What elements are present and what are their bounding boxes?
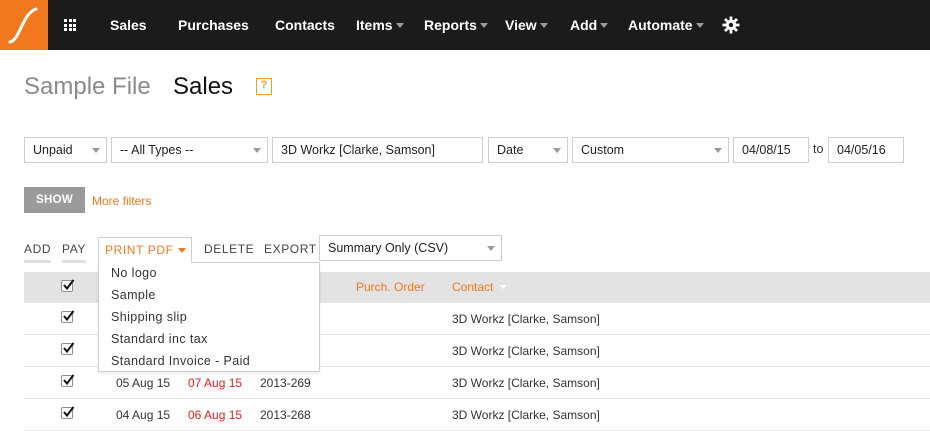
more-filters-link[interactable]: More filters: [92, 194, 151, 208]
row-contact[interactable]: 3D Workz [Clarke, Samson]: [452, 376, 600, 390]
type-select[interactable]: -- All Types --: [111, 137, 268, 163]
row-checkbox[interactable]: [61, 310, 75, 323]
to-date-input[interactable]: 04/05/16: [828, 137, 904, 163]
row-checkbox[interactable]: [61, 406, 75, 419]
nav-view[interactable]: View: [505, 0, 548, 50]
row-checkbox[interactable]: [61, 374, 75, 387]
contact-input[interactable]: 3D Workz [Clarke, Samson]: [272, 137, 483, 163]
help-icon[interactable]: ?: [256, 78, 272, 95]
print-pdf-menu: No logo Sample Shipping slip Standard in…: [98, 262, 320, 372]
nav-automate[interactable]: Automate: [628, 0, 704, 50]
from-date-input[interactable]: 04/08/15: [733, 137, 809, 163]
type-select-value: -- All Types --: [120, 143, 194, 157]
status-select[interactable]: Unpaid: [24, 137, 107, 163]
date-field-select[interactable]: Date: [488, 137, 568, 163]
row-contact[interactable]: 3D Workz [Clarke, Samson]: [452, 408, 600, 422]
nav-label: Reports: [424, 17, 477, 33]
show-button[interactable]: SHOW: [24, 187, 85, 213]
nav-label: Contacts: [275, 17, 335, 33]
to-label: to: [813, 142, 824, 156]
row-number[interactable]: 2013-268: [260, 408, 311, 422]
row-date: 05 Aug 15: [116, 376, 171, 390]
row-due-date: 06 Aug 15: [188, 408, 243, 422]
gear-icon[interactable]: [722, 16, 740, 34]
menu-item-no-logo[interactable]: No logo: [111, 266, 157, 280]
chevron-down-icon: [479, 23, 488, 28]
chevron-down-icon: [600, 23, 609, 28]
range-select-value: Custom: [581, 143, 625, 157]
row-contact[interactable]: 3D Workz [Clarke, Samson]: [452, 312, 600, 326]
row-number[interactable]: 2013-269: [260, 376, 311, 390]
nav-label: View: [505, 17, 537, 33]
chevron-down-icon: [487, 246, 495, 251]
export-button[interactable]: EXPORT: [264, 242, 317, 256]
menu-item-standard-invoice-paid[interactable]: Standard Invoice - Paid: [111, 354, 250, 368]
chevron-down-icon: [539, 23, 548, 28]
chevron-down-icon: [92, 148, 100, 153]
print-pdf-label: PRINT PDF: [105, 243, 174, 257]
pay-button[interactable]: PAY: [62, 242, 87, 263]
file-name: Sample File: [24, 73, 151, 100]
sort-down-icon: [499, 285, 508, 289]
chevron-down-icon: [395, 23, 404, 28]
menu-item-sample[interactable]: Sample: [111, 288, 156, 302]
nav-purchases[interactable]: Purchases: [178, 0, 249, 50]
contact-input-value: 3D Workz [Clarke, Samson]: [281, 143, 435, 157]
page-title: Sales: [173, 73, 234, 100]
nav-add[interactable]: Add: [570, 0, 609, 50]
chevron-down-icon: [695, 23, 704, 28]
export-format-value: Summary Only (CSV): [328, 241, 449, 255]
apps-grid-icon[interactable]: [56, 0, 84, 50]
top-navigation-bar: Sales Purchases Contacts Items Reports V…: [0, 0, 930, 50]
range-select[interactable]: Custom: [572, 137, 729, 163]
nav-label: Automate: [628, 17, 693, 33]
add-button[interactable]: ADD: [24, 242, 52, 263]
delete-button[interactable]: DELETE: [204, 242, 254, 256]
to-date-value: 04/05/16: [837, 143, 886, 157]
logo-icon[interactable]: [0, 0, 48, 50]
menu-item-shipping-slip[interactable]: Shipping slip: [111, 310, 187, 324]
row-contact[interactable]: 3D Workz [Clarke, Samson]: [452, 344, 600, 358]
nav-label: Purchases: [178, 17, 249, 33]
print-pdf-button[interactable]: PRINT PDF: [98, 237, 192, 263]
nav-reports[interactable]: Reports: [424, 0, 488, 50]
chevron-down-icon: [553, 148, 561, 153]
nav-items[interactable]: Items: [356, 0, 404, 50]
chevron-down-icon: [253, 148, 261, 153]
nav-sales[interactable]: Sales: [110, 0, 147, 50]
row-date: 04 Aug 15: [116, 408, 171, 422]
status-select-value: Unpaid: [33, 143, 73, 157]
from-date-value: 04/08/15: [742, 143, 791, 157]
chevron-down-icon: [714, 148, 722, 153]
nav-label: Add: [570, 17, 598, 33]
chevron-down-icon: [177, 248, 186, 253]
select-all-checkbox[interactable]: [61, 279, 75, 292]
menu-item-standard-inc-tax[interactable]: Standard inc tax: [111, 332, 208, 346]
row-checkbox[interactable]: [61, 342, 75, 355]
column-header-purch-order[interactable]: Purch. Order: [356, 280, 425, 294]
column-header-contact[interactable]: Contact: [452, 280, 508, 294]
nav-label: Items: [356, 17, 393, 33]
column-header-contact-label: Contact: [452, 280, 494, 294]
row-due-date: 07 Aug 15: [188, 376, 243, 390]
nav-contacts[interactable]: Contacts: [275, 0, 335, 50]
nav-label: Sales: [110, 17, 147, 33]
date-field-value: Date: [497, 143, 524, 157]
export-format-select[interactable]: Summary Only (CSV): [319, 235, 502, 261]
